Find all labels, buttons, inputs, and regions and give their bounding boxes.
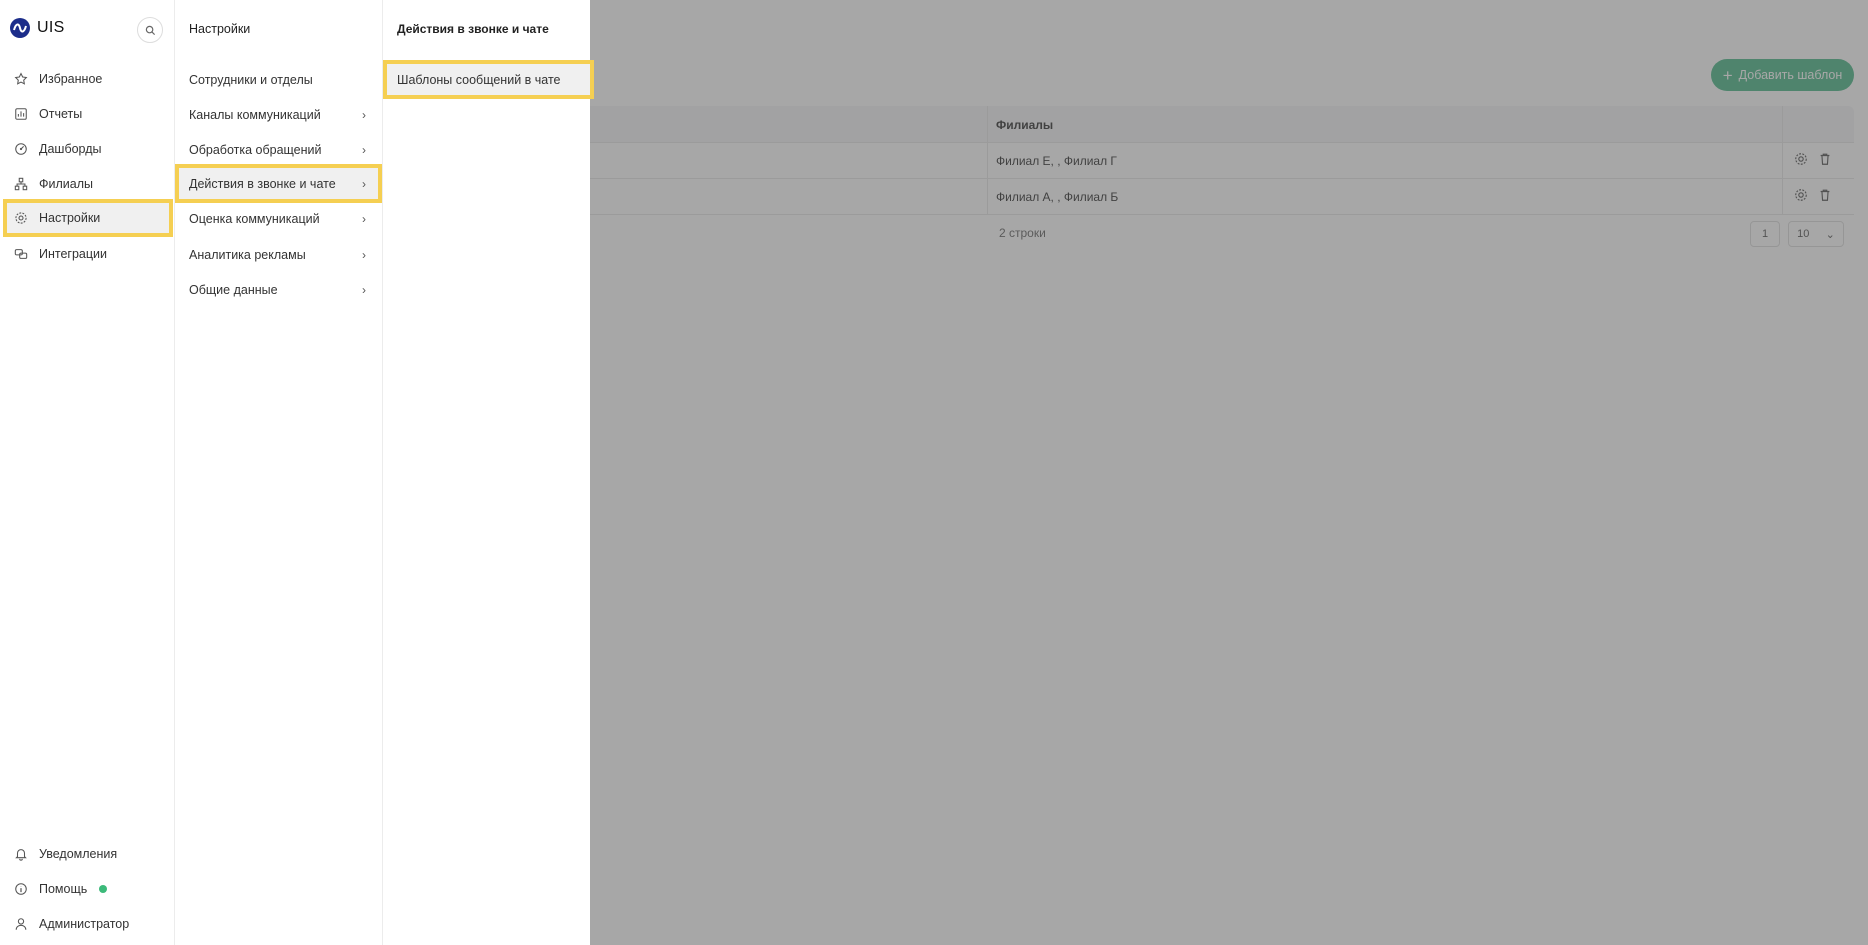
sidebar-item-label: Интеграции [39,247,108,261]
app-logo[interactable]: UIS [10,18,65,38]
chevron-right-icon: › [362,142,366,157]
logo-icon [10,18,30,38]
integrations-icon [13,246,29,262]
settings-item-call-chat-actions[interactable]: Действия в звонке и чате › [175,164,382,203]
sidebar-item-branches[interactable]: Филиалы [5,167,171,201]
sidebar-item-favorites[interactable]: Избранное [5,62,171,96]
chevron-right-icon: › [362,247,366,262]
settings-item-label: Каналы коммуникаций [189,107,321,122]
settings-item-label: Обработка обращений [189,142,322,157]
search-icon [145,25,155,35]
sidebar-item-label: Филиалы [39,177,93,191]
settings-item-label: Сотрудники и отделы [189,72,313,87]
branches-icon [13,176,29,192]
sidebar-item-label: Уведомления [39,847,118,861]
chevron-right-icon: › [362,176,366,191]
status-dot [99,885,108,893]
sub-item-label: Шаблоны сообщений в чате [397,72,561,87]
settings-item-processing[interactable]: Обработка обращений › [177,132,380,167]
sidebar-item-notifications[interactable]: Уведомления [5,837,171,871]
report-icon [13,106,29,122]
sidebar-item-label: Избранное [39,72,103,86]
chevron-right-icon: › [362,107,366,122]
sidebar-item-label: Администратор [39,917,130,931]
chevron-right-icon: › [362,282,366,297]
sidebar-item-label: Отчеты [39,107,83,121]
settings-item-label: Действия в звонке и чате [189,176,336,191]
star-icon [13,71,29,87]
panel-title: Действия в звонке и чате [397,22,549,36]
main-sidebar: UIS Избранное Отчеты Дашборды Филиалы На… [0,0,175,945]
settings-item-label: Аналитика рекламы [189,247,306,262]
sidebar-item-admin[interactable]: Администратор [5,907,171,941]
gear-icon [13,210,29,226]
user-icon [13,916,29,932]
info-icon [13,881,29,897]
sidebar-item-reports[interactable]: Отчеты [5,97,171,131]
settings-item-label: Общие данные [189,282,278,297]
settings-item-channels[interactable]: Каналы коммуникаций › [177,97,380,132]
sub-panel: Действия в звонке и чате Шаблоны сообщен… [383,0,594,945]
sidebar-item-integrations[interactable]: Интеграции [5,237,171,271]
settings-item-evaluation[interactable]: Оценка коммуникаций › [177,201,380,236]
sidebar-item-help[interactable]: Помощь [5,872,171,906]
sidebar-item-label: Помощь [39,882,88,896]
sidebar-item-label: Дашборды [39,142,102,156]
sidebar-item-dashboards[interactable]: Дашборды [5,132,171,166]
sidebar-item-settings[interactable]: Настройки [3,199,173,237]
logo-text: UIS [37,19,65,36]
settings-item-employees[interactable]: Сотрудники и отделы [177,62,380,97]
sidebar-item-label: Настройки [39,211,101,225]
settings-item-label: Оценка коммуникаций [189,211,320,226]
panel-title: Настройки [189,22,251,36]
bell-icon [13,846,29,862]
settings-item-ad-analytics[interactable]: Аналитика рекламы › [177,237,380,272]
dashboard-icon [13,141,29,157]
settings-item-common-data[interactable]: Общие данные › [177,272,380,307]
settings-panel: Настройки Сотрудники и отделы Каналы ком… [175,0,383,945]
sub-item-chat-templates[interactable]: Шаблоны сообщений в чате [383,60,594,99]
chevron-right-icon: › [362,211,366,226]
search-button[interactable] [137,17,163,43]
